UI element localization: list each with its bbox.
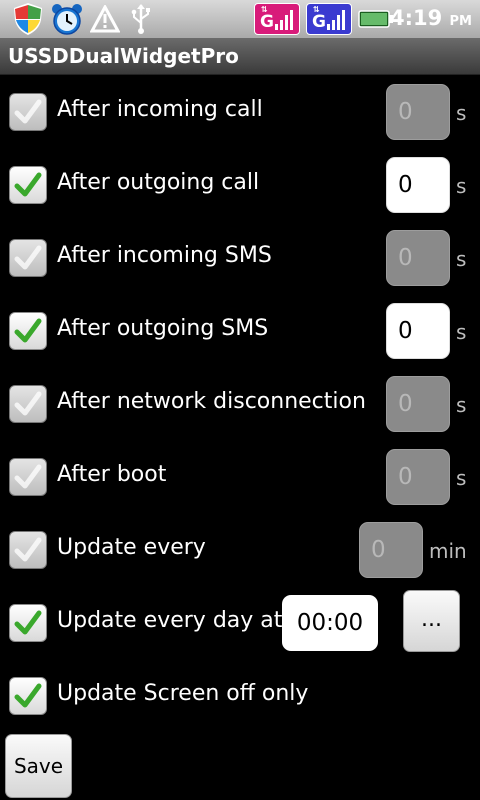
label-after-outgoing-sms: After outgoing SMS (57, 316, 269, 341)
unit-after-outgoing-call: s (456, 174, 467, 198)
checkmark-icon (14, 99, 42, 124)
unit-update-every: min (429, 539, 467, 563)
delay-input-after-incoming-sms[interactable]: 0 (386, 230, 450, 286)
setting-row-after-boot: After boot 0 s (0, 441, 480, 514)
checkmark-icon (14, 683, 42, 708)
sim1-signal-icon: ⇅ G (254, 3, 300, 35)
label-update-screen-off-only: Update Screen off only (57, 681, 309, 706)
setting-row-after-network-disconnection: After network disconnection 0 s (0, 368, 480, 441)
label-after-network-disconnection: After network disconnection (57, 389, 366, 414)
delay-input-after-boot[interactable]: 0 (386, 449, 450, 505)
label-after-incoming-sms: After incoming SMS (57, 243, 272, 268)
setting-row-update-every-day-at: Update every day at 00:00 ... (0, 587, 480, 660)
delay-input-after-network-disconnection[interactable]: 0 (386, 376, 450, 432)
label-after-outgoing-call: After outgoing call (57, 170, 260, 195)
battery-icon (358, 10, 393, 28)
setting-row-after-outgoing-sms: After outgoing SMS 0 s (0, 295, 480, 368)
status-bar: ⇅ G ⇅ G 4:19 PM (0, 0, 480, 38)
sim1-network-label: G (260, 12, 274, 32)
setting-row-after-incoming-call: After incoming call 0 s (0, 76, 480, 149)
label-update-every: Update every (57, 535, 206, 560)
label-after-boot: After boot (57, 462, 167, 487)
checkbox-update-every-day-at[interactable] (9, 604, 47, 642)
checkmark-icon (14, 537, 42, 562)
checkmark-icon (14, 172, 42, 197)
label-after-incoming-call: After incoming call (57, 97, 263, 122)
setting-row-update-every: Update every 0 min (0, 514, 480, 587)
checkbox-after-outgoing-sms[interactable] (9, 312, 47, 350)
title-bar: USSDDualWidgetPro (0, 38, 480, 75)
unit-after-incoming-sms: s (456, 247, 467, 271)
checkmark-icon (14, 610, 42, 635)
unit-after-incoming-call: s (456, 101, 467, 125)
setting-row-after-incoming-sms: After incoming SMS 0 s (0, 222, 480, 295)
usb-icon (131, 4, 150, 34)
time-input-update-every-day-at[interactable]: 00:00 (282, 595, 378, 651)
checkbox-after-boot[interactable] (9, 458, 47, 496)
delay-input-after-incoming-call[interactable]: 0 (386, 84, 450, 140)
delay-input-after-outgoing-sms[interactable]: 0 (386, 303, 450, 359)
shield-icon (14, 3, 42, 35)
sim2-network-label: G (312, 12, 326, 32)
app-title: USSDDualWidgetPro (8, 44, 239, 68)
setting-row-update-screen-off-only: Update Screen off only (0, 660, 480, 733)
sim2-signal-icon: ⇅ G (306, 3, 352, 35)
setting-row-after-outgoing-call: After outgoing call 0 s (0, 149, 480, 222)
label-update-every-day-at: Update every day at (57, 608, 283, 633)
warning-icon (90, 5, 120, 33)
unit-after-network-disconnection: s (456, 393, 467, 417)
checkmark-icon (14, 464, 42, 489)
clock-ampm: PM (449, 14, 472, 29)
checkbox-update-every[interactable] (9, 531, 47, 569)
alarm-clock-icon (52, 4, 82, 35)
delay-input-after-outgoing-call[interactable]: 0 (386, 157, 450, 213)
checkbox-update-screen-off-only[interactable] (9, 677, 47, 715)
checkbox-after-network-disconnection[interactable] (9, 385, 47, 423)
checkmark-icon (14, 245, 42, 270)
time-picker-button[interactable]: ... (403, 590, 460, 652)
unit-after-outgoing-sms: s (456, 320, 467, 344)
checkbox-after-outgoing-call[interactable] (9, 166, 47, 204)
unit-after-boot: s (456, 466, 467, 490)
save-button[interactable]: Save (5, 734, 72, 798)
checkbox-after-incoming-call[interactable] (9, 93, 47, 131)
clock-time: 4:19 (389, 6, 443, 30)
interval-input-update-every[interactable]: 0 (359, 522, 423, 578)
checkmark-icon (14, 318, 42, 343)
clock: 4:19 PM (390, 6, 472, 30)
checkmark-icon (14, 391, 42, 416)
checkbox-after-incoming-sms[interactable] (9, 239, 47, 277)
